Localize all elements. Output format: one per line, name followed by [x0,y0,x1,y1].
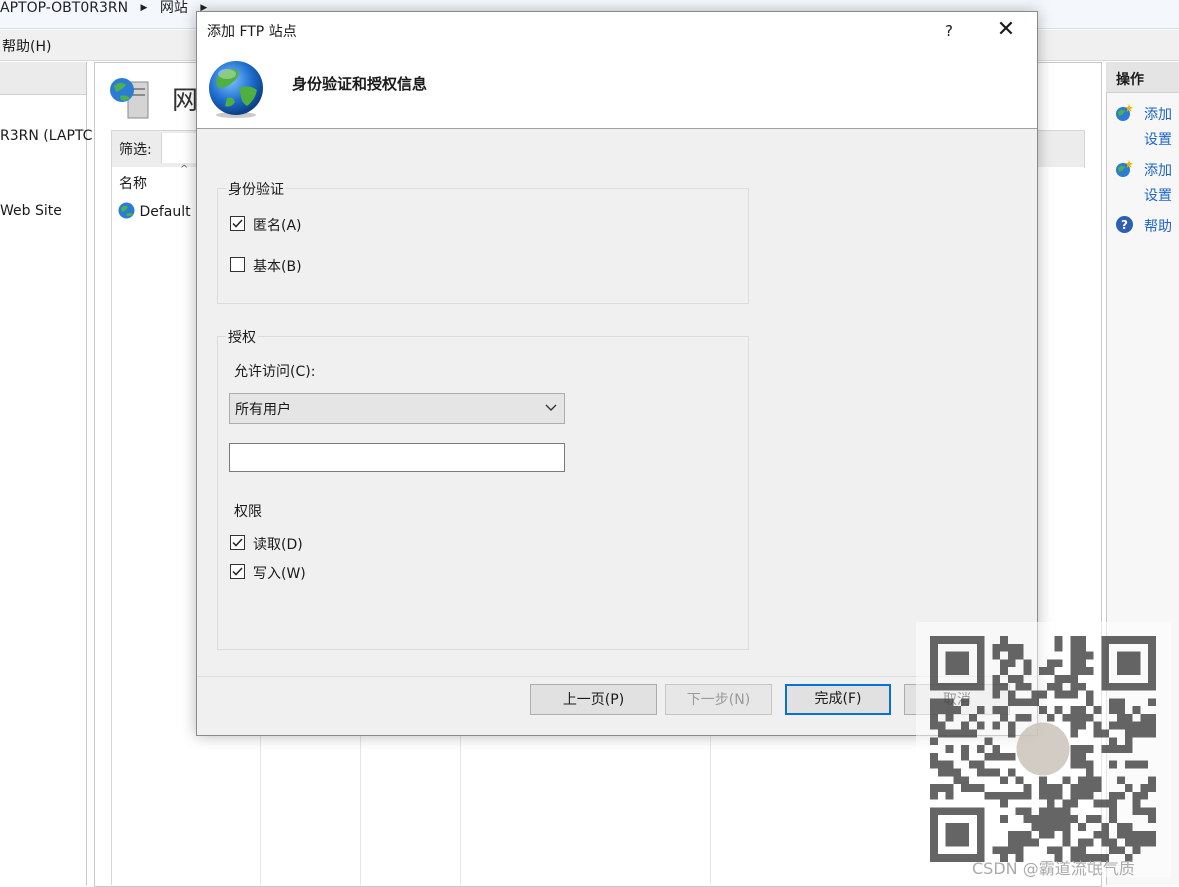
anonymous-label[interactable]: 匿名(A) [253,215,302,235]
next-button[interactable]: 下一步(N) [665,684,772,715]
actions-title: 操作 [1116,72,1144,88]
read-checkbox[interactable] [230,535,245,550]
breadcrumb-machine[interactable]: APTOP-OBT0R3RN [0,0,128,16]
menu-help[interactable]: 帮助(H) [2,36,51,56]
column-header-name[interactable]: 名称 [119,173,147,193]
action-help[interactable]: 帮助 [1144,216,1172,236]
list-item[interactable]: Default ' [118,202,199,220]
action-add-ftp-site[interactable]: 添加 [1144,160,1172,180]
basic-label[interactable]: 基本(B) [253,256,302,276]
dialog-heading: 身份验证和授权信息 [292,75,428,93]
watermark: CSDN @霸道流氓气质 [972,859,1135,878]
dialog-footer-divider [197,676,1037,677]
chevron-down-icon [545,404,557,411]
authorization-group [217,336,749,650]
allow-access-label: 允许访问(C): [234,364,316,380]
action-set-ftp-defaults[interactable]: 设置 [1144,185,1172,205]
allow-access-value: 所有用户 [235,402,291,418]
sites-server-icon [110,78,149,119]
dialog-titlebar [197,12,1037,50]
svg-text:?: ? [1121,218,1128,232]
filter-input[interactable] [161,133,198,163]
checkmark-icon [232,219,243,228]
sort-ascending-icon: ^ [180,164,189,175]
basic-checkbox[interactable] [230,257,245,272]
help-icon: ? [1116,216,1133,233]
add-ftp-site-icon [1116,160,1133,177]
authorization-legend: 授权 [226,327,258,347]
dialog-title: 添加 FTP 站点 [207,24,297,40]
authentication-group [217,188,749,304]
column-divider [710,730,711,885]
checkmark-icon [232,567,243,576]
connections-pane [0,62,87,885]
dialog-close-button[interactable]: ✕ [993,17,1019,43]
anonymous-checkbox[interactable] [230,216,245,231]
column-divider [460,730,461,885]
list-item-label: Default ' [139,204,199,220]
column-divider [360,730,361,885]
authentication-legend: 身份验证 [226,179,286,199]
checkmark-icon [232,538,243,547]
action-set-defaults[interactable]: 设置 [1144,129,1172,149]
tree-item-site[interactable]: Web Site [0,203,62,219]
connections-pane-header [0,62,86,95]
globe-icon [209,61,263,118]
read-label[interactable]: 读取(D) [253,534,303,554]
filter-label: 筛选: [119,142,152,158]
globe-icon [118,202,135,219]
finish-button[interactable]: 完成(F) [785,684,891,715]
allow-access-textbox[interactable] [229,443,565,472]
qr-code-icon [930,636,1156,862]
column-divider [260,730,261,885]
dialog-help-button[interactable]: ? [938,20,960,42]
breadcrumb-sites[interactable]: 网站 [160,0,188,16]
page-title: 网 [172,86,199,116]
write-checkbox[interactable] [230,564,245,579]
write-label[interactable]: 写入(W) [253,563,306,583]
tree-item-server[interactable]: R3RN (LAPTC [0,128,92,144]
permissions-label: 权限 [234,504,262,520]
breadcrumb: APTOP-OBT0R3RN ▶ 网站 ▶ [0,0,215,18]
add-site-icon [1116,104,1133,121]
action-add-site[interactable]: 添加 [1144,104,1172,124]
previous-button[interactable]: 上一页(P) [530,684,657,715]
breadcrumb-arrow-icon[interactable]: ▶ [141,3,148,13]
